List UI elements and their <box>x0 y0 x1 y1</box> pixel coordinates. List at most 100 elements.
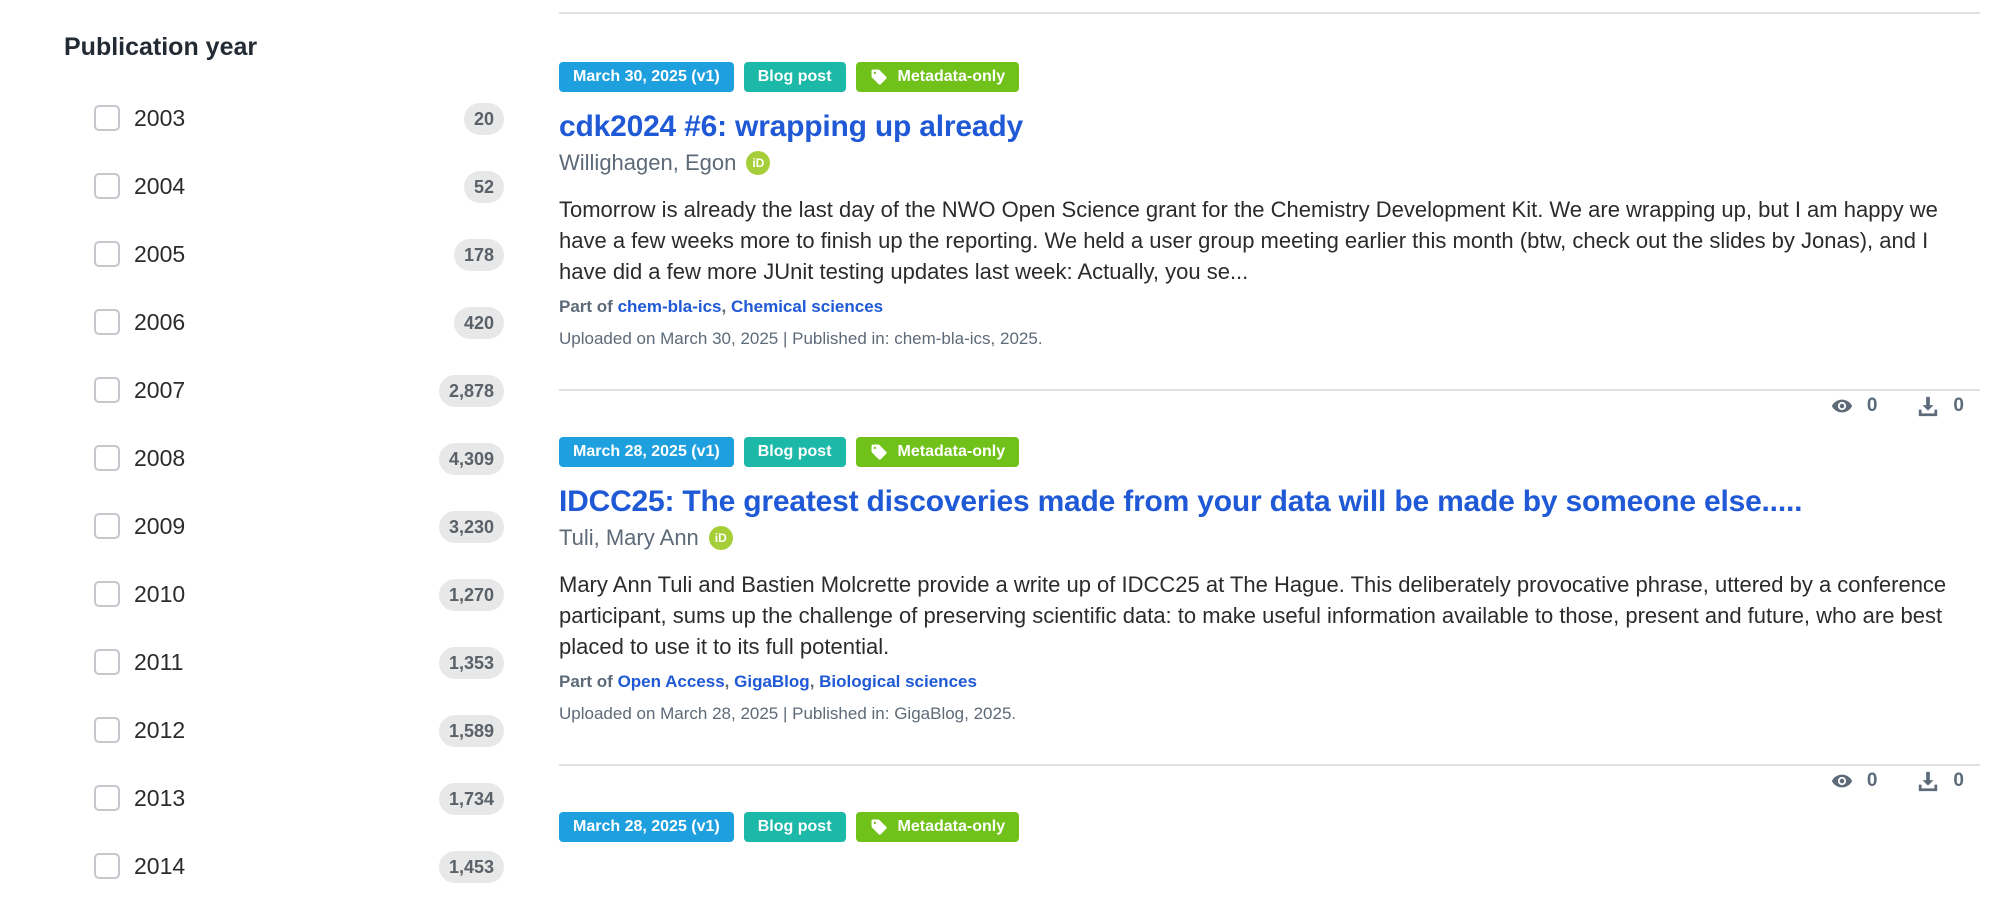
result-creators: Tuli, Mary Ann iD <box>559 521 1980 555</box>
facet-item-count: 3,230 <box>438 511 504 543</box>
facet-item-2008[interactable]: 2008 4,309 <box>94 443 504 511</box>
facet-checkbox[interactable] <box>94 581 120 607</box>
facet-item-2003[interactable]: 2003 20 <box>94 103 504 171</box>
facet-item-label: 2011 <box>134 649 184 675</box>
resource-type-badge: Blog post <box>743 62 846 92</box>
result-item: March 28, 2025 (v1) Blog post Metadata-o… <box>559 437 1980 792</box>
downloads-count: 0 <box>1953 770 1964 791</box>
result-badges: March 30, 2025 (v1) Blog post Metadata-o… <box>559 62 1980 92</box>
facet-item-count: 1,270 <box>438 579 504 611</box>
facet-item-count: 1,353 <box>438 647 504 679</box>
facet-item-count: 420 <box>453 307 504 339</box>
facet-item-label: 2007 <box>134 377 186 403</box>
facet-item-count: 20 <box>463 103 504 135</box>
access-status-label: Metadata-only <box>897 818 1006 835</box>
result-badges: March 28, 2025 (v1) Blog post Metadata-o… <box>559 437 1980 467</box>
community-link[interactable]: Biological sciences <box>819 672 977 691</box>
downloads-stat: 0 <box>1917 395 1964 417</box>
result-item: March 30, 2025 (v1) Blog post Metadata-o… <box>559 62 1980 417</box>
facet-item-label: 2012 <box>134 717 186 743</box>
facet-item-2009[interactable]: 2009 3,230 <box>94 511 504 579</box>
facet-checkbox[interactable] <box>94 445 120 471</box>
result-divider <box>559 12 1980 14</box>
facet-title: Publication year <box>64 33 258 61</box>
resource-type-badge: Blog post <box>743 437 846 467</box>
facet-item-label: 2006 <box>134 309 186 335</box>
access-status-label: Metadata-only <box>897 443 1006 460</box>
result-divider <box>559 764 1980 766</box>
result-badges: March 28, 2025 (v1) Blog post Metadata-o… <box>559 812 1980 842</box>
eye-icon <box>1831 399 1852 413</box>
downloads-stat: 0 <box>1917 770 1964 792</box>
facet-item-2005[interactable]: 2005 178 <box>94 239 504 307</box>
result-stats: 0 0 <box>1831 395 1964 417</box>
views-count: 0 <box>1866 395 1878 416</box>
result-description: Tomorrow is already the last day of the … <box>559 197 1938 284</box>
views-stat: 0 <box>1831 770 1878 792</box>
facet-item-2006[interactable]: 2006 420 <box>94 307 504 375</box>
result-stats: 0 0 <box>1831 770 1964 792</box>
access-status-badge: Metadata-only <box>855 437 1020 467</box>
facet-item-label: 2004 <box>134 173 186 199</box>
facet-item-2007[interactable]: 2007 2,878 <box>94 375 504 443</box>
facet-item-label: 2005 <box>134 241 186 267</box>
eye-icon <box>1831 774 1852 788</box>
facet-checkbox[interactable] <box>94 785 120 811</box>
result-communities: Part of Open Access, GigaBlog, Biologica… <box>559 672 977 691</box>
facet-item-2013[interactable]: 2013 1,734 <box>94 783 504 851</box>
tag-icon <box>871 444 887 460</box>
result-creators: Willighagen, Egon iD <box>559 146 1980 180</box>
download-icon <box>1919 396 1938 417</box>
facet-item-label: 2013 <box>134 785 186 811</box>
access-status-badge: Metadata-only <box>855 812 1020 842</box>
search-results: March 30, 2025 (v1) Blog post Metadata-o… <box>559 0 1980 842</box>
facet-checkbox[interactable] <box>94 649 120 675</box>
facet-item-2004[interactable]: 2004 52 <box>94 171 504 239</box>
community-link[interactable]: Chemical sciences <box>731 297 883 316</box>
tag-icon <box>871 69 887 85</box>
facet-item-2010[interactable]: 2010 1,270 <box>94 579 504 647</box>
facet-checkbox[interactable] <box>94 173 120 199</box>
facet-item-2012[interactable]: 2012 1,589 <box>94 715 504 783</box>
facet-item-count: 1,453 <box>438 851 504 883</box>
publication-date-badge: March 28, 2025 (v1) <box>559 812 734 842</box>
access-status-label: Metadata-only <box>897 68 1006 85</box>
facet-item-label: 2014 <box>134 853 186 879</box>
downloads-count: 0 <box>1953 395 1964 416</box>
views-count: 0 <box>1866 770 1878 791</box>
facet-list: 2003 20 2004 52 2005 178 2006 420 2007 2… <box>94 103 504 907</box>
facet-checkbox[interactable] <box>94 309 120 335</box>
result-item: March 28, 2025 (v1) Blog post Metadata-o… <box>559 812 1980 842</box>
facet-checkbox[interactable] <box>94 853 120 879</box>
result-title-link[interactable]: IDCC25: The greatest discoveries made fr… <box>559 483 1980 521</box>
resource-type-badge: Blog post <box>743 812 846 842</box>
facet-item-count: 52 <box>463 171 504 203</box>
publication-date-badge: March 28, 2025 (v1) <box>559 437 734 467</box>
facet-item-2014[interactable]: 2014 1,453 <box>94 851 504 907</box>
facet-checkbox[interactable] <box>94 377 120 403</box>
creator-name-link[interactable]: Tuli, Mary Ann <box>559 525 699 551</box>
facet-item-count: 4,309 <box>438 443 504 475</box>
community-link[interactable]: GigaBlog <box>734 672 810 691</box>
facet-item-2011[interactable]: 2011 1,353 <box>94 647 504 715</box>
result-divider <box>559 389 1980 391</box>
access-status-badge: Metadata-only <box>855 62 1020 92</box>
orcid-icon[interactable]: iD <box>708 526 733 550</box>
facet-item-count: 178 <box>453 239 504 271</box>
creator-name-link[interactable]: Willighagen, Egon <box>559 150 736 176</box>
facet-checkbox[interactable] <box>94 513 120 539</box>
result-title-link[interactable]: cdk2024 #6: wrapping up already <box>559 108 1980 146</box>
facet-item-label: 2008 <box>134 445 186 471</box>
community-link[interactable]: chem-bla-ics <box>618 297 722 316</box>
facet-checkbox[interactable] <box>94 717 120 743</box>
facet-item-label: 2003 <box>134 105 186 131</box>
result-communities: Part of chem-bla-ics, Chemical sciences <box>559 297 884 316</box>
community-link[interactable]: Open Access <box>618 672 725 691</box>
tag-icon <box>871 819 887 835</box>
facet-checkbox[interactable] <box>94 241 120 267</box>
facet-checkbox[interactable] <box>94 105 120 131</box>
facet-item-label: 2010 <box>134 581 186 607</box>
facet-item-count: 2,878 <box>438 375 504 407</box>
orcid-icon[interactable]: iD <box>746 151 771 175</box>
facet-item-label: 2009 <box>134 513 186 539</box>
